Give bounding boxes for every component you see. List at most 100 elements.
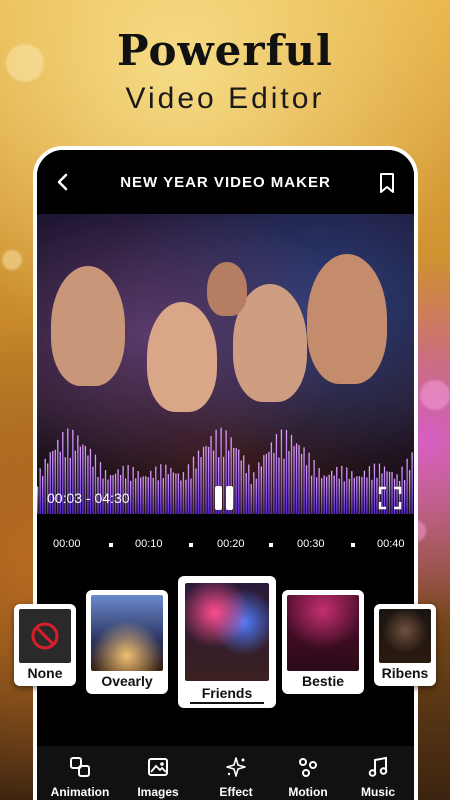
waveform-bar xyxy=(182,472,185,514)
waveform-bar xyxy=(155,466,157,514)
tick-label: 00:40 xyxy=(377,538,405,550)
waveform-bar xyxy=(180,480,182,514)
tick-label: 00:30 xyxy=(297,538,325,550)
waveform-bar xyxy=(310,475,313,514)
waveform-bar xyxy=(366,477,368,514)
theme-thumbnail xyxy=(379,609,431,663)
waveform-bar xyxy=(268,451,270,514)
toolbar-label: Images xyxy=(137,785,179,799)
waveform-bar xyxy=(235,448,237,514)
page-title: NEW YEAR VIDEO MAKER xyxy=(120,174,331,191)
waveform-bar xyxy=(99,462,102,514)
toolbar-item-animation[interactable]: Animation xyxy=(45,756,115,799)
waveform-bar xyxy=(308,452,310,514)
bookmark-icon[interactable] xyxy=(378,172,396,194)
waveform-bar xyxy=(288,451,290,514)
waveform-bar xyxy=(258,462,260,514)
bokeh-light xyxy=(2,250,22,270)
waveform-bar xyxy=(172,472,175,514)
top-bar: NEW YEAR VIDEO MAKER xyxy=(37,150,414,214)
waveform-bar xyxy=(273,452,275,514)
headline-subtitle: Video Editor xyxy=(125,82,325,115)
waveform-bar xyxy=(170,467,172,514)
waveform-bar xyxy=(303,447,305,514)
waveform-bar xyxy=(157,480,159,514)
toolbar-item-music[interactable]: Music xyxy=(343,756,413,799)
waveform-bar xyxy=(200,457,202,514)
selected-underline xyxy=(190,702,264,704)
theme-label: Friends xyxy=(201,685,253,701)
fullscreen-icon[interactable] xyxy=(378,486,402,510)
waveform-bar xyxy=(250,484,252,514)
timeline-ruler[interactable]: 00:00 00:10 00:20 00:30 00:40 xyxy=(37,534,414,558)
waveform-bar xyxy=(305,465,308,514)
waveform-bar xyxy=(328,474,330,514)
waveform-bar xyxy=(403,480,406,514)
toolbar-item-effect[interactable]: Effect xyxy=(201,756,271,799)
waveform-bar xyxy=(313,460,315,514)
video-preview[interactable]: 00:03 - 04:30 xyxy=(37,214,414,514)
waveform-bar xyxy=(278,457,280,514)
tick-label: 00:20 xyxy=(217,538,245,550)
waveform-bar xyxy=(129,480,132,514)
waveform-bar xyxy=(135,478,137,514)
tick-dot xyxy=(189,543,193,547)
toolbar-item-motion[interactable]: Motion xyxy=(273,756,343,799)
waveform-bar xyxy=(408,470,411,514)
waveform-bar xyxy=(348,478,350,514)
waveform-bar xyxy=(263,455,265,514)
tick-dot xyxy=(269,543,273,547)
waveform-bar xyxy=(300,453,303,514)
theme-card-none[interactable]: None xyxy=(14,604,76,686)
time-readout: 00:03 - 04:30 xyxy=(47,490,130,506)
waveform-bar xyxy=(411,452,413,514)
tick-dot xyxy=(351,543,355,547)
waveform-bar xyxy=(190,478,192,514)
waveform-bar xyxy=(37,486,39,514)
back-arrow-icon[interactable] xyxy=(53,172,73,192)
theme-card-bestie[interactable]: Bestie xyxy=(282,590,364,694)
toolbar-label: Effect xyxy=(219,785,253,799)
waveform-bar xyxy=(343,481,345,514)
waveform-bar xyxy=(202,447,205,514)
waveform-bar xyxy=(356,476,358,514)
waveform-bar xyxy=(338,478,340,514)
waveform-bar xyxy=(140,477,142,514)
pause-icon[interactable] xyxy=(213,486,235,510)
waveform-bar xyxy=(47,463,49,514)
waveform-bar xyxy=(160,464,162,514)
waveform-bar xyxy=(42,475,44,514)
theme-card-ovearly[interactable]: Ovearly xyxy=(86,590,168,694)
waveform-bar xyxy=(290,434,293,514)
waveform-bar xyxy=(368,466,371,514)
photo-person xyxy=(207,262,247,316)
waveform-bar xyxy=(255,478,257,514)
waveform-bar xyxy=(207,446,210,514)
waveform-bar xyxy=(318,468,320,514)
waveform-bar xyxy=(132,466,134,514)
images-icon xyxy=(148,758,168,776)
waveform-bar xyxy=(295,443,298,514)
waveform-bar xyxy=(275,433,278,514)
waveform-bar xyxy=(321,478,323,514)
toolbar-label: Music xyxy=(360,785,395,799)
waveform-bar xyxy=(336,466,338,514)
none-icon xyxy=(31,622,59,650)
theme-thumbnail xyxy=(287,595,359,671)
waveform-bar xyxy=(341,465,343,514)
theme-card-friends[interactable]: Friends xyxy=(178,576,276,708)
theme-thumbnail xyxy=(185,583,269,681)
waveform-bar xyxy=(253,472,255,514)
theme-thumbnail xyxy=(91,595,163,671)
waveform-bar xyxy=(137,471,139,514)
effect-icon xyxy=(226,757,246,777)
waveform-bar xyxy=(150,470,152,514)
waveform-bar xyxy=(240,460,242,514)
theme-card-ribens[interactable]: Ribens xyxy=(374,604,436,686)
waveform-bar xyxy=(177,473,180,514)
waveform-bar xyxy=(351,471,353,514)
theme-label: None xyxy=(27,665,63,681)
toolbar-item-images[interactable]: Images xyxy=(123,756,193,799)
theme-label: Ribens xyxy=(381,665,429,681)
tick-dot xyxy=(109,543,113,547)
